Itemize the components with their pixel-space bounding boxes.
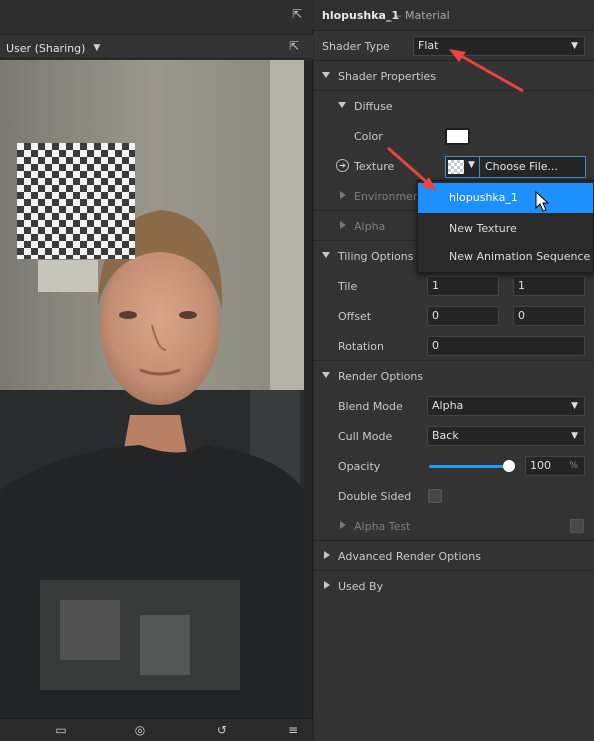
menu-item-hlopushka[interactable]: hlopushka_1 xyxy=(418,183,593,213)
rotation-label: Rotation xyxy=(338,340,385,353)
used-by-label: Used By xyxy=(338,580,384,593)
shader-type-value: Flat xyxy=(418,39,439,52)
opacity-value: 100 xyxy=(530,459,551,472)
chevron-down-icon: ▼ xyxy=(468,160,475,170)
color-row: Color xyxy=(314,121,594,151)
blend-mode-row: Blend Mode Alpha ▼ xyxy=(314,391,594,421)
texture-label: Texture xyxy=(354,160,395,173)
external-window-icon[interactable]: ⇱ xyxy=(290,7,304,21)
texture-preview-checker xyxy=(17,143,135,259)
caret-right-icon xyxy=(340,521,346,529)
caret-down-icon xyxy=(322,372,330,378)
camera-select-label: User (Sharing) xyxy=(6,41,86,55)
camera-preview[interactable] xyxy=(0,60,304,718)
alpha-test-checkbox[interactable] xyxy=(570,519,584,533)
double-sided-checkbox[interactable] xyxy=(428,489,442,503)
link-arrow-icon[interactable]: ➔ xyxy=(336,159,349,172)
offset-x-input[interactable]: 0 xyxy=(427,306,499,326)
cull-mode-dropdown[interactable]: Back ▼ xyxy=(427,426,585,446)
alpha-test-label: Alpha Test xyxy=(354,520,411,533)
double-sided-label: Double Sided xyxy=(338,490,412,503)
opacity-slider-track[interactable] xyxy=(429,465,509,468)
tiling-options-label: Tiling Options xyxy=(338,250,414,263)
rotate-device-icon[interactable]: ↺ xyxy=(214,723,230,737)
external-window-icon[interactable]: ⇱ xyxy=(287,39,301,53)
material-name: hlopushka_1 xyxy=(322,9,400,22)
shader-properties-section[interactable]: Shader Properties xyxy=(314,61,594,91)
blend-mode-value: Alpha xyxy=(432,399,464,412)
diffuse-section[interactable]: Diffuse xyxy=(314,91,594,121)
color-label: Color xyxy=(354,130,383,143)
caret-right-icon xyxy=(340,221,346,229)
environment-label: Environment xyxy=(354,190,425,203)
double-sided-row: Double Sided xyxy=(314,481,594,511)
menu-item-new-animation-sequence[interactable]: New Animation Sequence xyxy=(418,242,593,272)
inspector-panel: hlopushka_1 – Material Shader Type Flat … xyxy=(314,0,594,741)
render-options-label: Render Options xyxy=(338,370,424,383)
tile-x-input[interactable]: 1 xyxy=(427,276,499,296)
advanced-render-options-section[interactable]: Advanced Render Options xyxy=(314,541,594,571)
hamburger-menu-icon[interactable]: ≡ xyxy=(285,723,301,737)
alpha-label: Alpha xyxy=(354,220,386,233)
cull-mode-row: Cull Mode Back ▼ xyxy=(314,421,594,451)
rotation-input[interactable]: 0 xyxy=(427,336,585,356)
chevron-down-icon: ▼ xyxy=(571,41,578,51)
preview-topbar: ⇱ xyxy=(0,0,313,30)
texture-thumbnail xyxy=(448,160,464,174)
texture-picker[interactable]: ▼ xyxy=(445,156,479,178)
video-camera-icon[interactable]: ▭ xyxy=(53,723,69,737)
opacity-label: Opacity xyxy=(338,460,381,473)
menu-item-new-texture[interactable]: New Texture xyxy=(418,214,593,244)
shader-type-dropdown[interactable]: Flat ▼ xyxy=(413,36,585,56)
shader-type-label: Shader Type xyxy=(322,40,390,53)
caret-down-icon xyxy=(322,252,330,258)
opacity-unit: % xyxy=(569,461,578,471)
viewport-scrollbar[interactable] xyxy=(304,60,312,718)
caret-right-icon xyxy=(340,191,346,199)
caret-right-icon xyxy=(324,551,330,559)
opacity-slider-knob[interactable] xyxy=(503,460,515,472)
preview-panel: ⇱ User (Sharing) ▼ ⇱ ▭ ◎ ↺ ≡ xyxy=(0,0,313,741)
chevron-down-icon: ▼ xyxy=(571,431,578,441)
camera-select[interactable]: User (Sharing) ▼ xyxy=(6,40,100,56)
tile-label: Tile xyxy=(338,280,358,293)
screenshot-icon[interactable]: ◎ xyxy=(132,723,148,737)
camera-bar: User (Sharing) ▼ ⇱ xyxy=(0,34,313,59)
shader-type-row: Shader Type Flat ▼ xyxy=(314,31,594,61)
blend-mode-dropdown[interactable]: Alpha ▼ xyxy=(427,396,585,416)
caret-right-icon xyxy=(324,581,330,589)
offset-row: Offset 0 0 xyxy=(314,301,594,331)
caret-down-icon xyxy=(338,102,346,108)
color-swatch[interactable] xyxy=(445,128,470,145)
preview-toolbar: ▭ ◎ ↺ ≡ xyxy=(0,718,313,741)
chevron-down-icon: ▼ xyxy=(93,43,101,53)
shader-properties-label: Shader Properties xyxy=(338,70,437,83)
inspector-header: hlopushka_1 – Material xyxy=(314,0,594,31)
cull-mode-label: Cull Mode xyxy=(338,430,393,443)
material-type-label: – Material xyxy=(396,9,450,22)
used-by-section[interactable]: Used By xyxy=(314,571,594,601)
app-root: ⇱ User (Sharing) ▼ ⇱ ▭ ◎ ↺ ≡ hlopushka_1… xyxy=(0,0,594,741)
choose-file-button[interactable]: Choose File... xyxy=(479,156,586,178)
tile-row: Tile 1 1 xyxy=(314,271,594,301)
render-options-section[interactable]: Render Options xyxy=(314,361,594,391)
opacity-input[interactable]: 100 % xyxy=(525,456,585,476)
offset-y-input[interactable]: 0 xyxy=(513,306,585,326)
rotation-row: Rotation 0 xyxy=(314,331,594,361)
blend-mode-label: Blend Mode xyxy=(338,400,403,413)
tile-y-input[interactable]: 1 xyxy=(513,276,585,296)
cull-mode-value: Back xyxy=(432,429,459,442)
chevron-down-icon: ▼ xyxy=(571,401,578,411)
diffuse-label: Diffuse xyxy=(354,100,393,113)
offset-label: Offset xyxy=(338,310,372,323)
alpha-test-row[interactable]: Alpha Test xyxy=(314,511,594,541)
caret-down-icon xyxy=(322,72,330,78)
advanced-render-options-label: Advanced Render Options xyxy=(338,550,481,563)
texture-dropdown-menu: hlopushka_1 New Texture New Animation Se… xyxy=(417,180,594,273)
